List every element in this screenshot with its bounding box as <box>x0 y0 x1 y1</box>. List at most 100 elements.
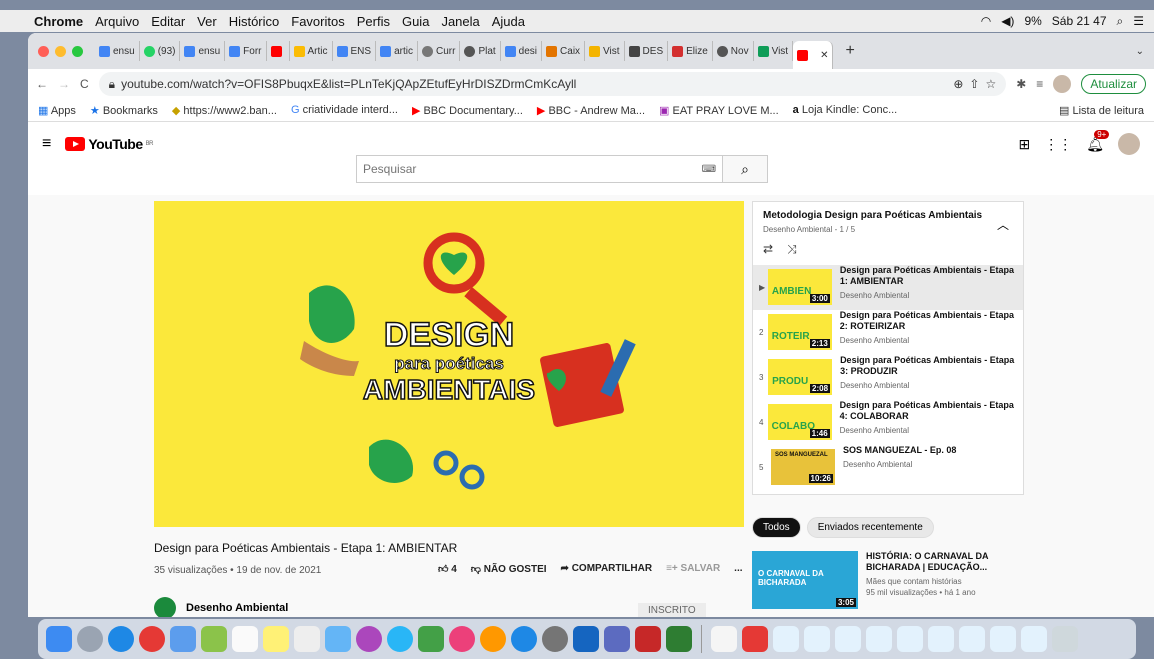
tab[interactable]: Vist <box>585 41 625 61</box>
keyboard-icon[interactable]: ⌨ <box>702 164 716 175</box>
notifications-icon[interactable]: 🔔︎ 9+ <box>1086 129 1110 153</box>
wifi-icon[interactable]: ◠ <box>981 14 991 28</box>
window-thumbnail-icon[interactable] <box>835 626 861 652</box>
chip-recent-uploads[interactable]: Enviados recentemente <box>806 517 934 538</box>
window-thumbnail-icon[interactable] <box>1021 626 1047 652</box>
tab[interactable]: DES <box>625 41 669 61</box>
youtube-logo[interactable]: YouTube BR <box>65 136 154 152</box>
tab[interactable]: (93) <box>140 41 181 61</box>
tab[interactable]: Artic <box>290 41 333 61</box>
bookmark-apps[interactable]: ▦ Apps <box>38 104 76 117</box>
channel-avatar[interactable] <box>154 597 176 617</box>
music-icon[interactable] <box>449 626 475 652</box>
safari-icon[interactable] <box>108 626 134 652</box>
chip-todos[interactable]: Todos <box>752 517 801 538</box>
tab[interactable]: Plat <box>460 41 501 61</box>
tab[interactable]: ENS <box>333 41 377 61</box>
subscribe-button[interactable]: INSCRITO <box>638 603 706 617</box>
notes-icon[interactable] <box>263 626 289 652</box>
apps-grid-icon[interactable]: ⋮⋮ <box>1044 136 1072 153</box>
battery-label[interactable]: 9% <box>1024 14 1041 28</box>
tab[interactable] <box>267 41 290 61</box>
tab[interactable]: ensu <box>180 41 226 61</box>
bookmark-link[interactable]: ▣ EAT PRAY LOVE M... <box>659 104 779 117</box>
save-button[interactable]: ≡+ SALVAR <box>666 563 720 575</box>
reload-icon[interactable]: C <box>80 77 89 91</box>
menu-perfis[interactable]: Perfis <box>357 14 390 29</box>
bookmark-link[interactable]: ▶ BBC Documentary... <box>412 104 523 117</box>
facetime-icon[interactable] <box>418 626 444 652</box>
search-input[interactable] <box>357 161 702 177</box>
excel-icon[interactable] <box>666 626 692 652</box>
tab[interactable]: desi <box>501 41 543 61</box>
recommended-video[interactable]: O CARNAVAL DA BICHARADA 3:05 HISTÓRIA: O… <box>752 551 1016 609</box>
menu-ajuda[interactable]: Ajuda <box>492 14 525 29</box>
url-text[interactable]: youtube.com/watch?v=OFIS8PbuqxE&list=PLn… <box>121 77 576 91</box>
menu-app-name[interactable]: Chrome <box>34 14 83 29</box>
photo-booth-icon[interactable] <box>356 626 382 652</box>
like-button[interactable]: 👍︎ 4 <box>438 563 457 575</box>
chrome-icon[interactable] <box>139 626 165 652</box>
pdf-icon[interactable] <box>742 626 768 652</box>
trash-icon[interactable] <box>1052 626 1078 652</box>
zoom-window-icon[interactable] <box>72 45 83 57</box>
messages-icon[interactable] <box>387 626 413 652</box>
preview-icon[interactable] <box>170 626 196 652</box>
photos-icon[interactable] <box>325 626 351 652</box>
books-icon[interactable] <box>480 626 506 652</box>
window-thumbnail-icon[interactable] <box>773 626 799 652</box>
tab[interactable]: Forr <box>225 41 267 61</box>
menu-ver[interactable]: Ver <box>197 14 217 29</box>
user-avatar[interactable] <box>1118 133 1140 155</box>
window-thumbnail-icon[interactable] <box>959 626 985 652</box>
extensions-icon[interactable]: ✱ <box>1016 77 1026 91</box>
shuffle-icon[interactable]: ⤨ <box>787 242 797 257</box>
search-button[interactable]: ⌕ <box>722 156 767 182</box>
close-tab-icon[interactable]: ✕ <box>820 50 828 61</box>
tab[interactable]: Vist <box>754 41 794 61</box>
tab[interactable]: artic <box>376 41 418 61</box>
bookmark-link[interactable]: ▶ BBC - Andrew Ma... <box>537 104 645 117</box>
control-center-icon[interactable]: ☰ <box>1133 14 1144 28</box>
tab-search-icon[interactable]: ⌄ <box>1136 46 1144 57</box>
hamburger-menu-icon[interactable]: ≡ <box>42 135 51 153</box>
maps-icon[interactable] <box>201 626 227 652</box>
window-thumbnail-icon[interactable] <box>804 626 830 652</box>
playlist-title[interactable]: Metodologia Design para Poéticas Ambient… <box>763 210 1013 221</box>
menu-favoritos[interactable]: Favoritos <box>291 14 344 29</box>
channel-name[interactable]: Desenho Ambiental <box>186 602 288 614</box>
window-thumbnail-icon[interactable] <box>928 626 954 652</box>
menu-historico[interactable]: Histórico <box>229 14 280 29</box>
new-tab-icon[interactable]: + <box>845 42 854 60</box>
menu-editar[interactable]: Editar <box>151 14 185 29</box>
collapse-chevron-icon[interactable]: ︿ <box>997 216 1009 233</box>
bookmark-star-icon[interactable]: ☆ <box>985 77 996 91</box>
reading-list-link[interactable]: ▤ Lista de leitura <box>1059 104 1144 117</box>
video-player[interactable]: DESIGN para poéticas AMBIENTAIS <box>154 201 744 527</box>
reminders-icon[interactable] <box>294 626 320 652</box>
search-icon[interactable]: ⌕ <box>1117 14 1124 29</box>
playlist-item[interactable]: ▶ AMBIEN 3:00 Design para Poéticas Ambien… <box>753 265 1023 310</box>
dislike-button[interactable]: 👎︎ NÃO GOSTEI <box>471 563 547 575</box>
tab[interactable]: Elize <box>668 41 713 61</box>
share-icon[interactable]: ⇧ <box>969 77 979 91</box>
playlist-item[interactable]: 2 ROTEIR 2:13 Design para Poéticas Ambien… <box>753 310 1023 355</box>
word-icon[interactable] <box>573 626 599 652</box>
bookmark-bookmarks[interactable]: ★ Bookmarks <box>90 104 158 117</box>
address-bar[interactable]: 🔒︎ youtube.com/watch?v=OFIS8PbuqxE&list=… <box>98 72 1007 96</box>
playlist-item[interactable]: 4 COLABO 1:46 Design para Poéticas Ambien… <box>753 400 1023 445</box>
window-thumbnail-icon[interactable] <box>990 626 1016 652</box>
clock[interactable]: Sáb 21 47 <box>1052 14 1107 28</box>
bookmark-link[interactable]: G criatividade interd... <box>291 104 398 116</box>
minimize-window-icon[interactable] <box>55 45 66 57</box>
document-icon[interactable] <box>711 626 737 652</box>
volume-icon[interactable]: ◀) <box>1001 14 1014 28</box>
window-thumbnail-icon[interactable] <box>866 626 892 652</box>
finder-icon[interactable] <box>46 626 72 652</box>
bookmark-link[interactable]: ◆ https://www2.ban... <box>172 104 277 117</box>
close-window-icon[interactable] <box>38 45 49 57</box>
create-video-icon[interactable]: ⊞ <box>1018 136 1030 153</box>
back-icon[interactable]: ← <box>36 77 48 91</box>
tab[interactable]: Caix <box>542 41 586 61</box>
acrobat-icon[interactable] <box>635 626 661 652</box>
